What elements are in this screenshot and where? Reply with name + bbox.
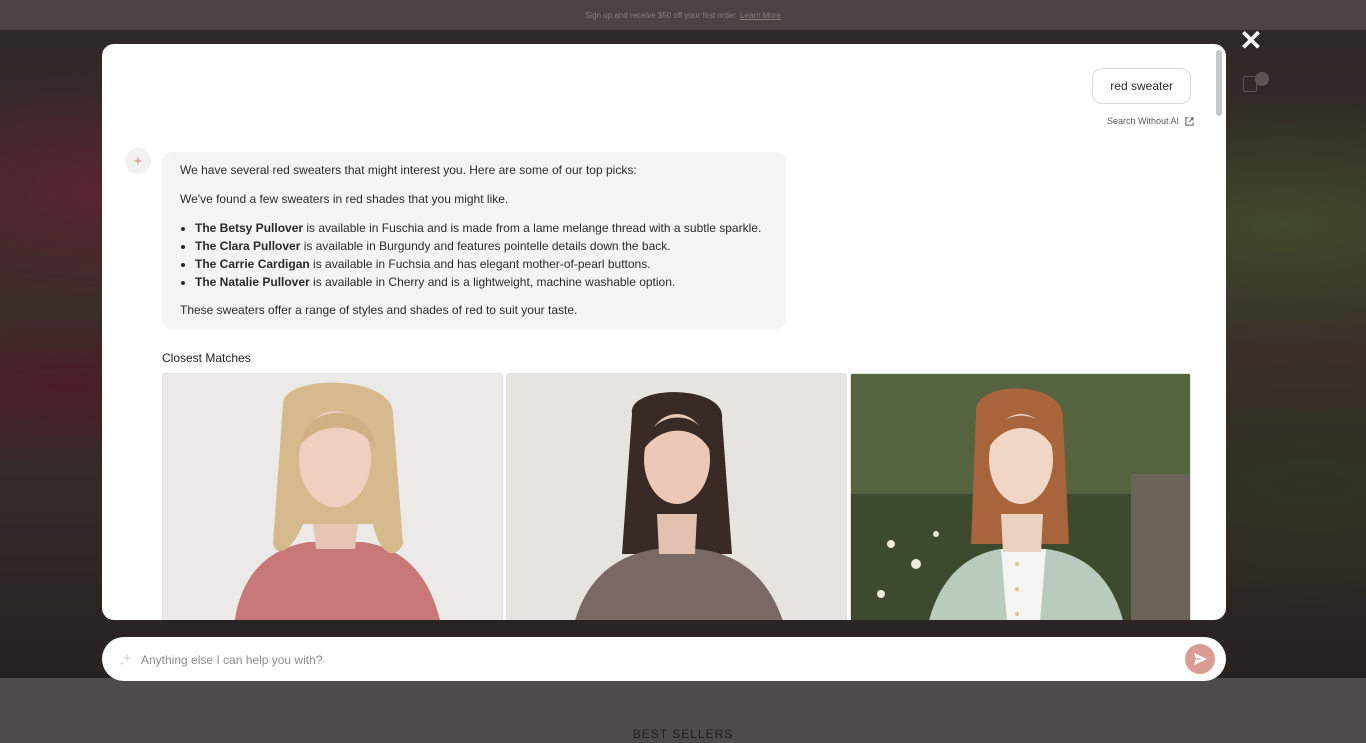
cart-badge [1255,72,1269,86]
section-title: BEST SELLERS [632,727,734,741]
list-item: The Clara Pullover is available in Burgu… [195,237,768,255]
send-button[interactable] [1185,644,1215,674]
chat-input[interactable] [139,649,1173,671]
product-name: The Betsy Pullover [195,221,304,235]
send-icon [1194,653,1207,665]
list-item: The Betsy Pullover is available in Fusch… [195,219,768,237]
ai-avatar [125,148,151,174]
product-image-mint-cardigan [851,374,1190,620]
product-name: The Clara Pullover [195,239,301,253]
user-query-bubble: red sweater [1092,68,1191,104]
product-image-pink-sweater [163,374,502,620]
product-image-taupe-sweater [507,374,846,620]
ai-search-modal: red sweater Search Without AI We have se… [102,44,1226,620]
product-list: The Betsy Pullover is available in Fusch… [180,219,768,291]
answer-lead: We've found a few sweaters in red shades… [180,192,509,206]
modal-scrollbar[interactable] [1216,50,1222,116]
search-without-ai-link[interactable]: Search Without AI [1107,116,1194,126]
product-desc: is available in Cherry and is a lightwei… [309,275,676,289]
product-desc: is available in Fuchsia and has elegant … [309,257,651,271]
sparkle-icon [133,156,143,166]
close-icon[interactable]: ✕ [1238,27,1264,55]
chat-input-bar [102,637,1226,681]
product-desc: is available in Burgundy and features po… [300,239,671,253]
product-grid [162,373,1191,620]
external-link-icon [1185,116,1194,126]
product-card-2[interactable] [506,373,847,620]
answer-intro: We have several red sweaters that might … [180,163,637,177]
product-card-1[interactable] [162,373,503,620]
search-without-ai-label: Search Without AI [1106,116,1179,126]
sparkle-icon [119,653,132,666]
announcement-text: Sign up and receive $50 off your first o… [585,10,737,20]
answer-closing: These sweaters offer a range of styles a… [180,303,578,317]
learn-more-link[interactable]: Learn More [740,11,781,20]
ai-answer: We have several red sweaters that might … [162,152,786,329]
product-name: The Natalie Pullover [195,275,310,289]
closest-matches-title: Closest Matches [162,351,251,365]
list-item: The Carrie Cardigan is available in Fuch… [195,255,768,273]
product-name: The Carrie Cardigan [195,257,310,271]
list-item: The Natalie Pullover is available in Che… [195,273,768,291]
announcement-bar: Sign up and receive $50 off your first o… [0,0,1366,30]
product-card-3[interactable] [850,373,1191,620]
product-desc: is available in Fuschia and is made from… [303,221,762,235]
